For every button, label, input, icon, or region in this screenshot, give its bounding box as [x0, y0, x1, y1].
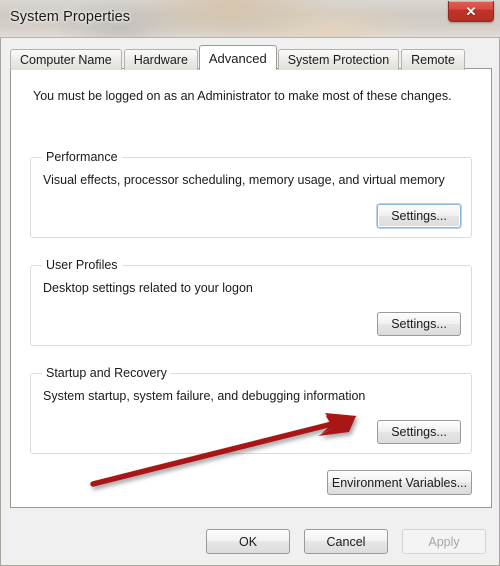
group-performance: Performance Visual effects, processor sc… [30, 150, 472, 238]
tab-advanced[interactable]: Advanced [198, 45, 277, 70]
tab-computer-name[interactable]: Computer Name [10, 49, 122, 70]
title-bar[interactable]: System Properties ✕ [0, 0, 500, 38]
administrator-notice: You must be logged on as an Administrato… [33, 89, 452, 103]
group-startup-and-recovery-legend: Startup and Recovery [42, 366, 171, 380]
environment-variables-button[interactable]: Environment Variables... [327, 470, 472, 495]
tab-system-protection[interactable]: System Protection [277, 49, 400, 70]
tab-strip: Computer Name Hardware Advanced System P… [10, 45, 467, 70]
close-glyph: ✕ [465, 3, 477, 19]
group-user-profiles-description: Desktop settings related to your logon [43, 281, 253, 295]
performance-settings-button[interactable]: Settings... [377, 204, 461, 228]
tab-remote[interactable]: Remote [401, 49, 465, 70]
group-user-profiles: User Profiles Desktop settings related t… [30, 258, 472, 346]
group-performance-description: Visual effects, processor scheduling, me… [43, 173, 445, 187]
group-performance-legend: Performance [42, 150, 122, 164]
window-title: System Properties [10, 9, 131, 25]
advanced-tab-panel: You must be logged on as an Administrato… [10, 68, 492, 508]
group-user-profiles-legend: User Profiles [42, 258, 122, 272]
group-startup-and-recovery: Startup and Recovery System startup, sys… [30, 366, 472, 454]
startup-and-recovery-settings-button[interactable]: Settings... [377, 420, 461, 444]
group-startup-and-recovery-description: System startup, system failure, and debu… [43, 389, 366, 403]
ok-button[interactable]: OK [206, 529, 290, 554]
dialog-footer: OK Cancel Apply [1, 509, 499, 565]
apply-button: Apply [402, 529, 486, 554]
cancel-button[interactable]: Cancel [304, 529, 388, 554]
close-icon[interactable]: ✕ [448, 1, 494, 22]
system-properties-dialog: System Properties ✕ Computer Name Hardwa… [0, 0, 500, 566]
user-profiles-settings-button[interactable]: Settings... [377, 312, 461, 336]
window-body: Computer Name Hardware Advanced System P… [0, 38, 500, 566]
tab-hardware[interactable]: Hardware [123, 49, 198, 70]
